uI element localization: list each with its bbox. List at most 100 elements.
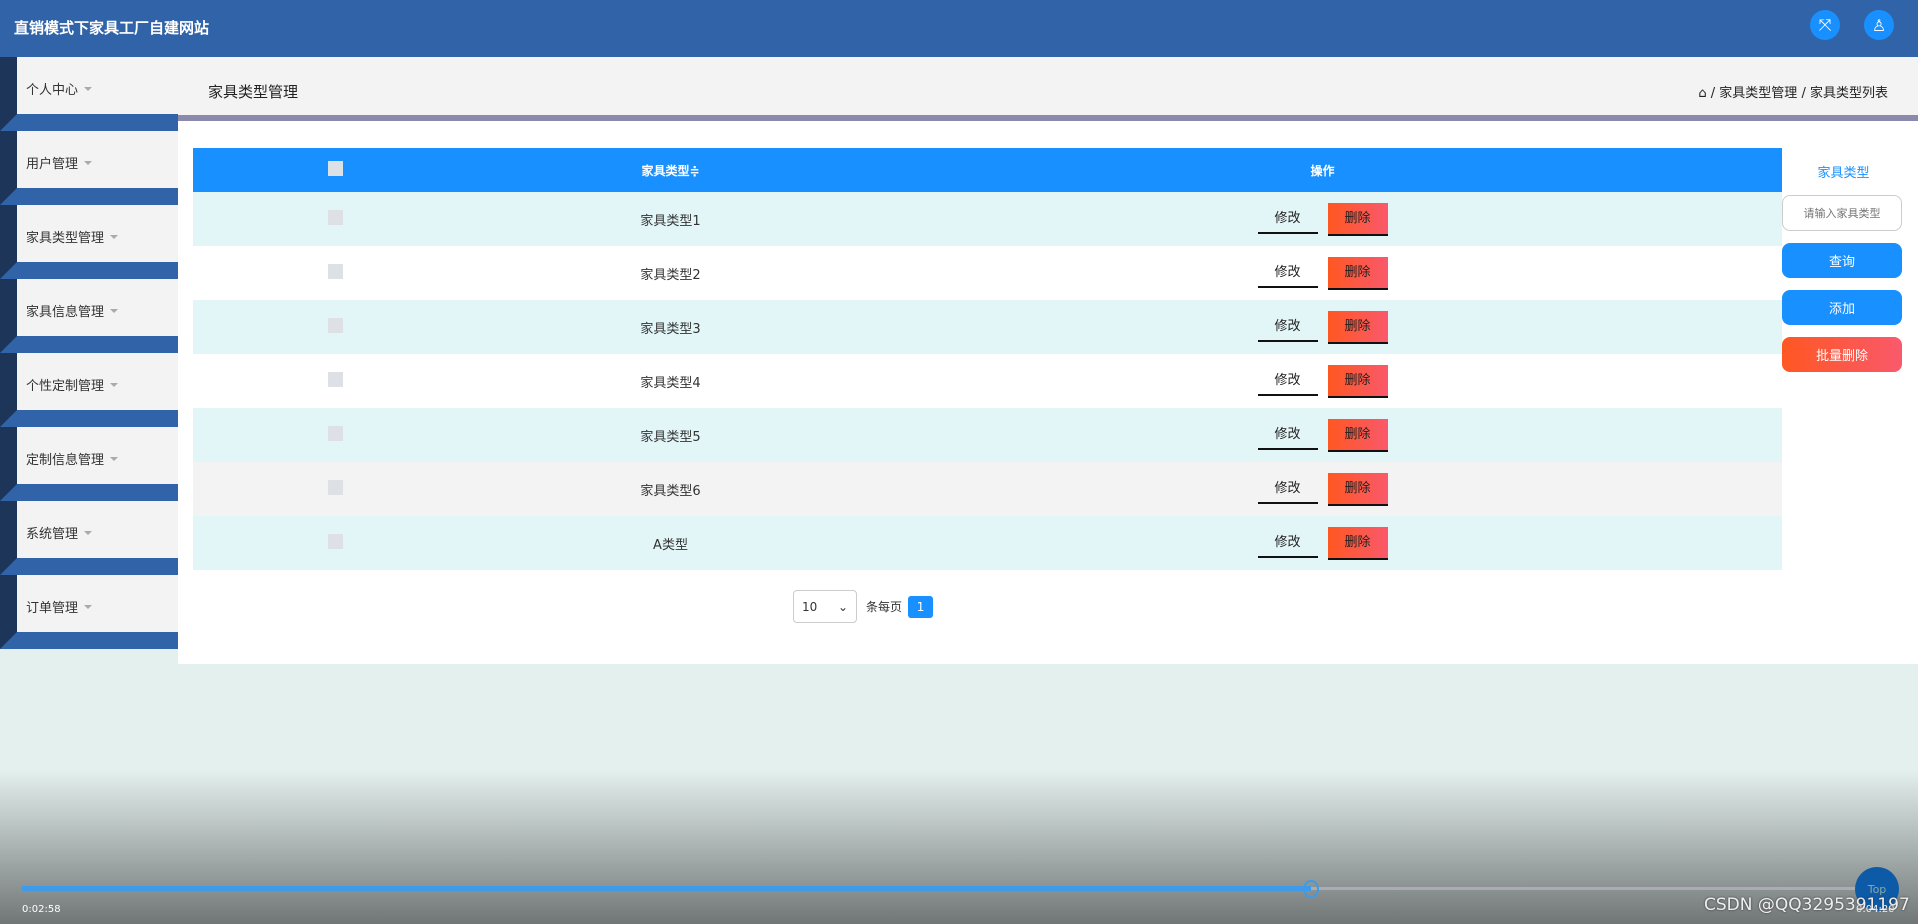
sidebar-item-label-box[interactable]: 家具类型管理 xyxy=(17,205,178,262)
delete-button[interactable]: 删除 xyxy=(1327,202,1388,236)
edit-button[interactable]: 修改 xyxy=(1257,257,1318,288)
sidebar-item-label-box[interactable]: 个人中心 xyxy=(17,57,178,114)
caret-down-icon xyxy=(110,308,119,317)
batch-delete-button[interactable]: 批量删除 xyxy=(1782,337,1902,372)
row-checkbox[interactable] xyxy=(328,317,343,333)
sidebar-divider xyxy=(0,558,178,575)
type-cell: 家具类型3 xyxy=(478,300,863,354)
delete-button[interactable]: 删除 xyxy=(1327,418,1388,452)
video-progress-fill xyxy=(22,886,1311,891)
sidebar-divider xyxy=(0,188,178,205)
sidebar-divider xyxy=(0,632,178,649)
breadcrumb: ⌂ / 家具类型管理 / 家具类型列表 xyxy=(1698,86,1888,101)
add-button[interactable]: 添加 xyxy=(1782,290,1902,325)
table-row: A类型 修改 删除 xyxy=(193,516,1782,570)
search-label: 家具类型 xyxy=(1817,166,1870,181)
home-icon[interactable]: ⌂ xyxy=(1698,86,1706,101)
sidebar-item-label-box[interactable]: 用户管理 xyxy=(17,131,178,188)
page-size-select[interactable]: 10 ⌄ xyxy=(793,590,857,623)
table-row: 家具类型5 修改 删除 xyxy=(193,408,1782,462)
row-checkbox[interactable] xyxy=(328,371,343,387)
sidebar-item-label-box[interactable]: 个性定制管理 xyxy=(17,353,178,410)
sidebar: 个人中心用户管理家具类型管理 家具信息管理 个性定制管理 定制信息管理 系统管理订单管理 xyxy=(0,57,178,649)
caret-down-icon xyxy=(110,234,119,243)
caret-down-icon xyxy=(84,160,93,169)
table-row: 家具类型4 修改 删除 xyxy=(193,354,1782,408)
caret-down-icon xyxy=(84,530,93,539)
breadcrumb-item: 家具类型列表 xyxy=(1809,86,1888,101)
caret-down-icon xyxy=(84,604,93,613)
fullscreen-button[interactable]: ⤧ xyxy=(1810,10,1840,40)
sidebar-item-label: 个人中心 xyxy=(26,83,79,98)
select-all-checkbox[interactable] xyxy=(328,161,343,176)
type-search-input[interactable] xyxy=(1782,195,1902,231)
sidebar-divider xyxy=(0,410,178,427)
sidebar-item[interactable]: 个性定制管理 xyxy=(0,353,178,427)
row-checkbox[interactable] xyxy=(328,479,343,495)
row-checkbox[interactable] xyxy=(328,425,343,441)
delete-button[interactable]: 删除 xyxy=(1327,472,1388,506)
sidebar-item-label: 用户管理 xyxy=(26,157,79,172)
sidebar-item[interactable]: 订单管理 xyxy=(0,575,178,649)
video-overlay xyxy=(0,770,1918,924)
caret-down-icon xyxy=(110,456,119,465)
sidebar-divider xyxy=(0,336,178,353)
row-checkbox[interactable] xyxy=(328,209,343,225)
delete-button[interactable]: 删除 xyxy=(1327,310,1388,344)
sidebar-item-label: 个性定制管理 xyxy=(26,379,105,394)
table-row: 家具类型2 修改 删除 xyxy=(193,246,1782,300)
sidebar-item-label-box[interactable]: 订单管理 xyxy=(17,575,178,632)
sidebar-item-label: 订单管理 xyxy=(26,601,79,616)
user-button[interactable]: ♙ xyxy=(1864,10,1894,40)
table-row: 家具类型6 修改 删除 xyxy=(193,462,1782,516)
type-cell: 家具类型4 xyxy=(478,354,863,408)
sidebar-item[interactable]: 个人中心 xyxy=(0,57,178,131)
top-header: 直销模式下家具工厂自建网站 ⤧ ♙ xyxy=(0,0,1918,57)
type-cell: 家具类型5 xyxy=(478,408,863,462)
sidebar-item[interactable]: 用户管理 xyxy=(0,131,178,205)
sidebar-item[interactable]: 家具类型管理 xyxy=(0,205,178,279)
furniture-type-table: 家具类型≑ 操作 家具类型1 修改 删除 家具类型2 修改 删除 家具类型3 修改 删除 家具类型… xyxy=(193,148,1782,570)
query-button[interactable]: 查询 xyxy=(1782,243,1902,278)
caret-down-icon xyxy=(110,382,119,391)
delete-button[interactable]: 删除 xyxy=(1327,364,1388,398)
table-row: 家具类型3 修改 删除 xyxy=(193,300,1782,354)
search-panel: 家具类型 查询 添加 批量删除 xyxy=(1782,148,1905,372)
elapsed-time: 0:02:58 xyxy=(22,904,61,915)
breadcrumb-item[interactable]: 家具类型管理 xyxy=(1719,86,1797,101)
sidebar-item-label-box[interactable]: 家具信息管理 xyxy=(17,279,178,336)
sidebar-item[interactable]: 家具信息管理 xyxy=(0,279,178,353)
per-page-label: 条每页 xyxy=(866,600,903,614)
edit-button[interactable]: 修改 xyxy=(1257,365,1318,396)
edit-button[interactable]: 修改 xyxy=(1257,419,1318,450)
video-seek-handle[interactable] xyxy=(1302,880,1319,898)
page-button-1[interactable]: 1 xyxy=(908,595,934,618)
sidebar-divider xyxy=(0,114,178,131)
sidebar-item-label-box[interactable]: 系统管理 xyxy=(17,501,178,558)
sidebar-item-label-box[interactable]: 定制信息管理 xyxy=(17,427,178,484)
edit-button[interactable]: 修改 xyxy=(1257,473,1318,504)
delete-button[interactable]: 删除 xyxy=(1327,256,1388,290)
sidebar-item-label: 系统管理 xyxy=(26,527,79,542)
row-checkbox[interactable] xyxy=(328,263,343,279)
sidebar-divider xyxy=(0,484,178,501)
type-cell: 家具类型1 xyxy=(478,192,863,246)
edit-button[interactable]: 修改 xyxy=(1257,527,1318,558)
edit-button[interactable]: 修改 xyxy=(1257,311,1318,342)
table-row: 家具类型1 修改 删除 xyxy=(193,192,1782,246)
pagination: 10 ⌄ 条每页 1 xyxy=(793,590,934,623)
delete-button[interactable]: 删除 xyxy=(1327,526,1388,560)
type-cell: 家具类型6 xyxy=(478,462,863,516)
sidebar-item[interactable]: 系统管理 xyxy=(0,501,178,575)
edit-button[interactable]: 修改 xyxy=(1257,203,1318,234)
sidebar-item-label: 家具信息管理 xyxy=(26,305,105,320)
type-cell: 家具类型2 xyxy=(478,246,863,300)
row-checkbox[interactable] xyxy=(328,533,343,549)
column-header-actions: 操作 xyxy=(863,148,1782,192)
main-content: 家具类型管理 ⌂ / 家具类型管理 / 家具类型列表 家具类型≑ 操作 家具类型… xyxy=(178,57,1918,664)
page-title: 家具类型管理 xyxy=(208,83,299,101)
sidebar-item-label: 家具类型管理 xyxy=(26,231,105,246)
sidebar-item[interactable]: 定制信息管理 xyxy=(0,427,178,501)
column-header-type[interactable]: 家具类型≑ xyxy=(478,148,863,192)
sidebar-item-label: 定制信息管理 xyxy=(26,453,105,468)
